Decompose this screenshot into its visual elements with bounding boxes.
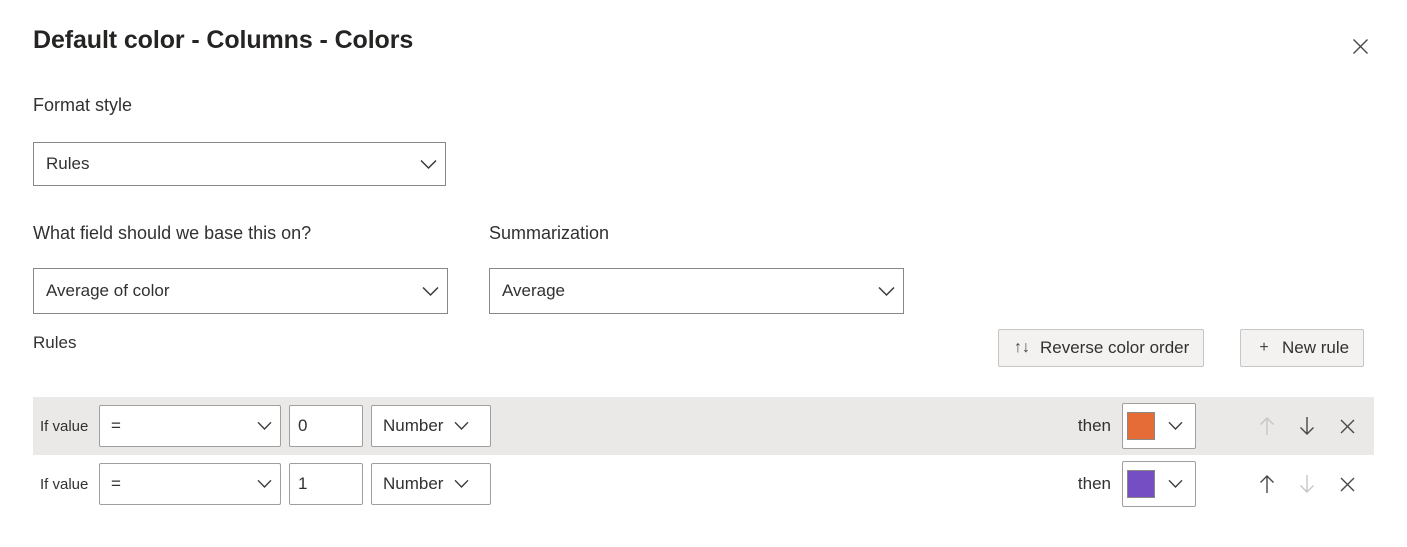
chevron-down-icon [411,159,445,170]
page-title: Default color - Columns - Colors [33,26,414,54]
if-value-label: If value [40,475,89,493]
close-icon[interactable] [1346,32,1374,60]
rules-section-label: Rules [33,333,77,352]
rule-operator-select[interactable]: = [99,405,281,447]
format-style-value: Rules [46,154,90,173]
new-rule-label: New rule [1282,338,1350,357]
format-dialog-panel: Default color - Columns - Colors Format … [0,0,1407,547]
chevron-down-icon [413,286,447,297]
new-rule-button[interactable]: + New rule [1240,329,1365,367]
remove-rule-icon[interactable] [1336,415,1358,437]
summarization-value: Average [502,281,566,300]
format-style-select[interactable]: Rules [33,142,446,186]
rule-value-input[interactable] [289,405,363,447]
rule-operator-select[interactable]: = [99,463,281,505]
rule-color-picker[interactable] [1122,403,1196,449]
table-row: If value = Number then [33,397,1374,455]
reverse-color-order-button[interactable]: ↑↓ Reverse color order [998,329,1205,367]
chevron-down-icon [447,421,475,431]
rule-value-type-select[interactable]: Number [371,463,491,505]
rule-value-type-select[interactable]: Number [371,405,491,447]
format-style-label: Format style [33,95,133,115]
row-actions [1196,473,1374,495]
move-down-icon [1296,473,1318,495]
reverse-color-order-label: Reverse color order [1040,338,1190,357]
summarization-select[interactable]: Average [489,268,904,314]
rule-value-input[interactable] [289,463,363,505]
chevron-down-icon [248,479,280,489]
plus-icon: + [1259,339,1269,356]
chevron-down-icon [1155,421,1195,431]
rule-value-type-value: Number [383,474,444,493]
move-down-icon[interactable] [1296,415,1318,437]
table-row: If value = Number then [33,455,1374,513]
then-label: then [1077,474,1111,493]
summarization-label: Summarization [489,223,610,243]
if-value-label: If value [40,417,89,435]
chevron-down-icon [869,286,903,297]
move-up-icon [1256,415,1278,437]
rule-value-type-value: Number [383,416,444,435]
rule-color-picker[interactable] [1122,461,1196,507]
rule-operator-value: = [111,416,121,435]
row-actions [1196,415,1374,437]
then-label: then [1077,416,1111,435]
base-field-value: Average of color [46,281,170,300]
remove-rule-icon[interactable] [1336,473,1358,495]
chevron-down-icon [248,421,280,431]
arrow-up-down-icon: ↑↓ [1014,339,1030,356]
base-field-select[interactable]: Average of color [33,268,448,314]
chevron-down-icon [1155,479,1195,489]
move-up-icon[interactable] [1256,473,1278,495]
chevron-down-icon [447,479,475,489]
color-swatch [1127,470,1155,498]
color-swatch [1127,412,1155,440]
rule-operator-value: = [111,474,121,493]
base-field-label: What field should we base this on? [33,223,312,243]
